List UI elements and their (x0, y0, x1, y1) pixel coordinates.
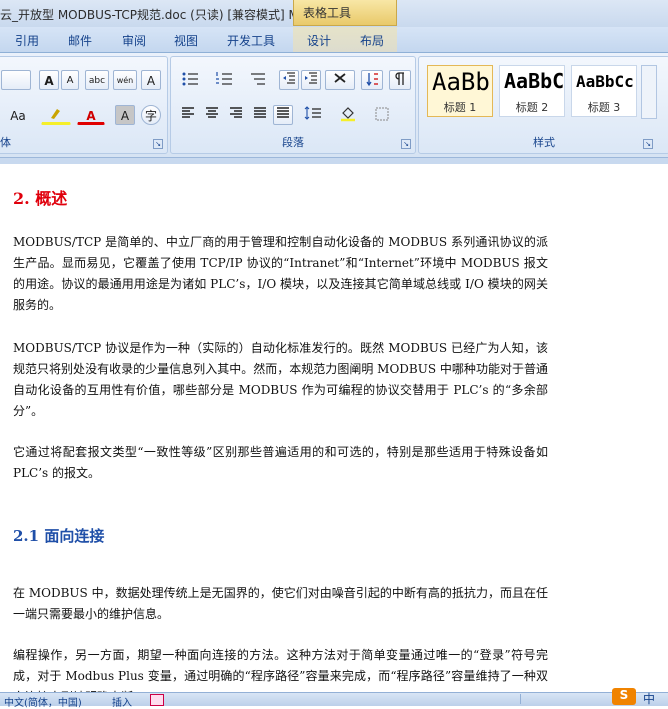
style-heading-2[interactable]: AaBbC 标题 2 (499, 65, 565, 117)
align-right-button[interactable] (225, 105, 247, 125)
status-bar: 中文(简体，中国) 插入 (0, 692, 668, 709)
font-dialog-launcher[interactable]: ↘ (153, 139, 163, 149)
styles-group: AaBb 标题 1 AaBbC 标题 2 AaBbCc 标题 3 样式 ↘ (418, 56, 668, 154)
title-bar: 云_开放型 MODBUS-TCP规范.doc (只读) [兼容模式] M 表格工… (0, 0, 668, 27)
heading-2-1: 2.1 面向连接 (13, 527, 105, 545)
bullets-icon (182, 72, 198, 86)
numbering-icon (216, 72, 232, 85)
sogou-ime-icon[interactable]: S (612, 688, 636, 705)
clear-format-button[interactable]: abc (85, 70, 109, 90)
tab-layout[interactable]: 布局 (360, 32, 384, 49)
style-name: 标题 3 (587, 101, 621, 114)
paragraph-1: MODBUS/TCP 是简单的、中立厂商的用于管理和控制自动化设备的 MODBU… (13, 235, 548, 312)
align-left-icon (182, 107, 194, 118)
paragraph-group-label: 段落 (282, 136, 304, 149)
table-tools-context-title: 表格工具 (293, 0, 397, 26)
bullets-button[interactable] (177, 70, 203, 90)
numbering-button[interactable] (211, 70, 237, 90)
macro-record-icon[interactable] (150, 694, 164, 706)
styles-dialog-launcher[interactable]: ↘ (643, 139, 653, 149)
paragraph-group: 段落 ↘ (170, 56, 416, 154)
increase-indent-button[interactable] (301, 70, 321, 90)
tab-design[interactable]: 设计 (307, 32, 331, 49)
phonetic-guide-button[interactable]: wén (113, 70, 137, 90)
ribbon: A A abc wén A Aa A A 字 体 ↘ 段落 ↘ AaBb 标题 … (0, 53, 668, 158)
paragraph-dialog-launcher[interactable]: ↘ (401, 139, 411, 149)
borders-button[interactable] (367, 105, 397, 125)
grow-font-button[interactable]: A (39, 70, 59, 90)
highlighter-icon (51, 109, 60, 119)
align-right-icon (230, 107, 242, 118)
paint-bucket-icon (341, 107, 355, 122)
enclose-char-button[interactable]: 字 (141, 105, 161, 125)
align-center-button[interactable] (201, 105, 223, 125)
line-spacing-button[interactable] (299, 105, 327, 125)
sort-icon (366, 73, 378, 87)
style-sample: AaBbCc (576, 72, 634, 91)
align-left-button[interactable] (177, 105, 199, 125)
font-color-button[interactable]: A (77, 105, 105, 125)
align-center-icon (206, 107, 218, 118)
increase-indent-icon (305, 72, 317, 84)
paragraph-4: 在 MODBUS 中，数据处理传统上是无国界的，使它们对由噪音引起的中断有高的抵… (13, 586, 548, 621)
style-name: 标题 2 (515, 101, 549, 114)
distribute-button[interactable] (273, 105, 293, 125)
paragraph-mark-icon (395, 72, 404, 85)
justify-button[interactable] (249, 105, 271, 125)
multilevel-list-icon (251, 73, 265, 85)
distribute-icon (277, 107, 289, 118)
tab-review[interactable]: 审阅 (122, 32, 146, 49)
char-border-button[interactable]: A (141, 70, 161, 90)
chinese-layout-icon (334, 73, 346, 83)
style-heading-3[interactable]: AaBbCc 标题 3 (571, 65, 637, 117)
heading-overview: 2. 概述 (13, 189, 68, 208)
style-sample: AaBb (432, 68, 490, 96)
font-group: A A abc wén A Aa A A 字 体 ↘ (0, 56, 168, 154)
change-case-button[interactable]: Aa (3, 105, 33, 125)
tab-view[interactable]: 视图 (174, 32, 198, 49)
font-size-box[interactable] (1, 70, 31, 90)
insert-mode-status[interactable]: 插入 (112, 694, 132, 709)
tab-references[interactable]: 引用 (15, 32, 39, 49)
paragraph-2: MODBUS/TCP 协议是作为一种（实际的）自动化标准发行的。既然 MODBU… (13, 341, 548, 418)
chinese-layout-button[interactable] (325, 70, 355, 90)
shading-button[interactable] (333, 105, 363, 125)
tab-mailings[interactable]: 邮件 (68, 32, 92, 49)
style-name: 标题 1 (443, 101, 477, 114)
view-buttons[interactable] (520, 694, 601, 704)
paragraph-3: 它通过将配套报文类型“一致性等级”区别那些普遍适用的和可选的，特别是那些适用于特… (13, 445, 548, 480)
tab-developer[interactable]: 开发工具 (227, 32, 275, 49)
ime-mode[interactable]: 中 (643, 690, 655, 707)
styles-group-label: 样式 (533, 136, 555, 149)
highlight-button[interactable] (41, 105, 71, 125)
sort-button[interactable] (361, 70, 383, 90)
style-heading-1[interactable]: AaBb 标题 1 (427, 65, 493, 117)
borders-icon (375, 107, 389, 121)
language-status[interactable]: 中文(简体，中国) (4, 694, 82, 709)
style-sample: AaBbC (504, 69, 564, 93)
paragraph-5: 编程操作，另一方面，期望一种面向连接的方法。这种方法对于简单变量通过唯一的“登录… (13, 648, 548, 692)
ribbon-tab-bar: 引用 邮件 审阅 视图 开发工具 设计 布局 (0, 27, 668, 53)
char-shading-button[interactable]: A (115, 105, 135, 125)
decrease-indent-button[interactable] (279, 70, 299, 90)
justify-icon (254, 107, 266, 118)
styles-gallery-scroll[interactable] (641, 65, 657, 119)
shrink-font-button[interactable]: A (61, 70, 79, 90)
show-marks-button[interactable] (389, 70, 411, 90)
decrease-indent-icon (283, 72, 295, 84)
window-title: 云_开放型 MODBUS-TCP规范.doc (只读) [兼容模式] M (0, 8, 299, 22)
font-group-label: 体 (0, 136, 11, 149)
line-spacing-icon (304, 106, 321, 120)
multilevel-list-button[interactable] (245, 70, 271, 90)
document-page[interactable]: 2. 概述 MODBUS/TCP 是简单的、中立厂商的用于管理和控制自动化设备的… (0, 164, 668, 692)
